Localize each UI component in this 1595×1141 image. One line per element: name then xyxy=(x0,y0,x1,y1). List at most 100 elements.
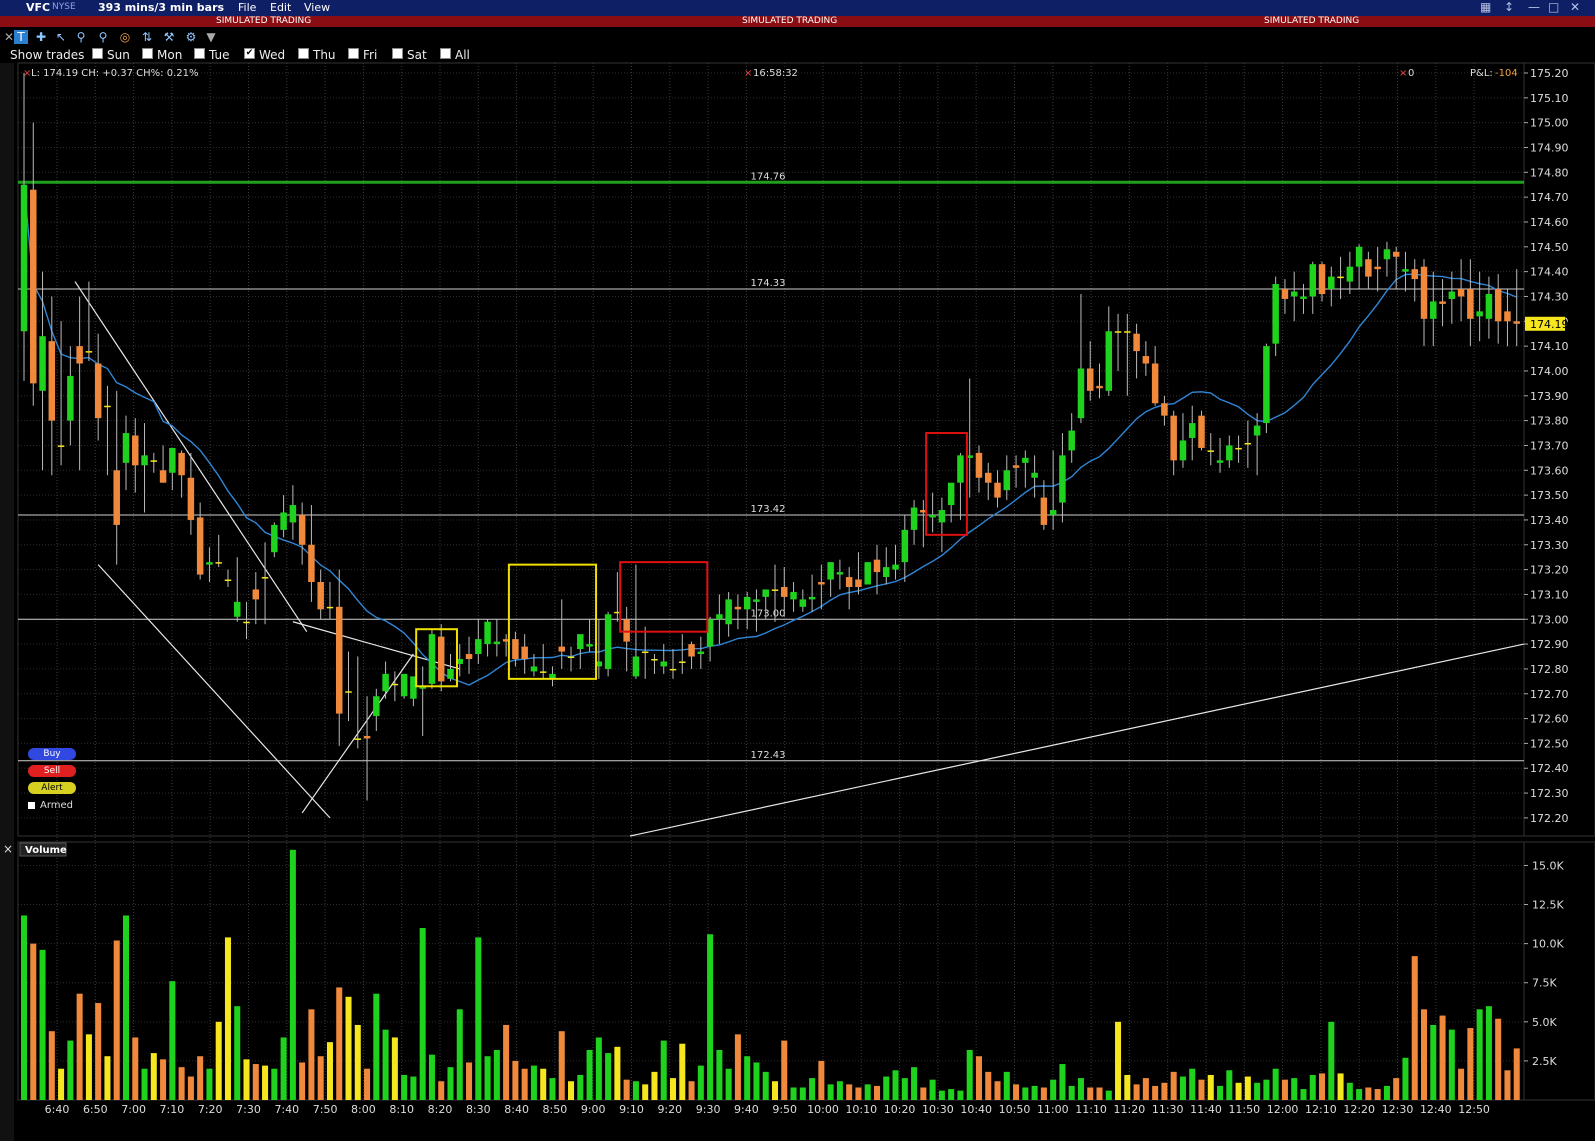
volume-bar[interactable] xyxy=(697,1065,704,1100)
volume-bar[interactable] xyxy=(744,1056,751,1100)
volume-bar[interactable] xyxy=(1263,1079,1270,1100)
volume-bar[interactable] xyxy=(1022,1087,1029,1100)
volume-bar[interactable] xyxy=(1272,1068,1279,1100)
candle[interactable] xyxy=(929,514,936,518)
volume-bar[interactable] xyxy=(141,1068,148,1100)
candle[interactable] xyxy=(57,445,65,447)
volume-bar[interactable] xyxy=(391,1037,398,1100)
candle[interactable] xyxy=(187,477,195,520)
candle[interactable] xyxy=(447,668,454,679)
volume-bar[interactable] xyxy=(215,1021,222,1100)
candle[interactable] xyxy=(317,582,324,610)
candle[interactable] xyxy=(530,666,538,672)
candle[interactable] xyxy=(1124,331,1131,333)
volume-bar[interactable] xyxy=(1430,1024,1437,1100)
candle[interactable] xyxy=(1022,457,1029,463)
candle[interactable] xyxy=(679,661,686,663)
candle[interactable] xyxy=(623,619,630,642)
volume-bar[interactable] xyxy=(632,1081,639,1100)
volume-bar[interactable] xyxy=(410,1076,417,1100)
candle[interactable] xyxy=(799,599,807,607)
close-icon[interactable]: × xyxy=(3,842,13,856)
candle[interactable] xyxy=(465,654,473,659)
volume-bar[interactable] xyxy=(456,1009,463,1100)
volume-bar[interactable] xyxy=(994,1081,1001,1100)
volume-bar[interactable] xyxy=(1161,1082,1168,1100)
volume-bar[interactable] xyxy=(1170,1071,1177,1100)
candle[interactable] xyxy=(669,668,677,671)
candle[interactable] xyxy=(743,596,751,610)
candle[interactable] xyxy=(586,644,593,647)
volume-bar[interactable] xyxy=(734,1034,741,1100)
candle[interactable] xyxy=(521,646,528,659)
candle[interactable] xyxy=(150,460,158,462)
volume-bar[interactable] xyxy=(67,1040,74,1100)
candle[interactable] xyxy=(716,614,723,620)
volume-bar[interactable] xyxy=(938,1090,945,1100)
volume-bar[interactable] xyxy=(1513,1048,1520,1100)
candle[interactable] xyxy=(1467,289,1474,319)
volume-bar[interactable] xyxy=(1448,1029,1455,1100)
volume-bar[interactable] xyxy=(1198,1079,1205,1100)
volume-bar[interactable] xyxy=(428,1054,435,1100)
candle[interactable] xyxy=(688,644,695,657)
candle[interactable] xyxy=(1476,311,1483,317)
volume-bar[interactable] xyxy=(781,1040,788,1100)
candle[interactable] xyxy=(48,341,56,421)
volume-bar[interactable] xyxy=(549,1078,556,1100)
volume-bar[interactable] xyxy=(679,1043,686,1100)
volume-bar[interactable] xyxy=(419,928,426,1100)
volume-bar[interactable] xyxy=(762,1071,769,1100)
candle[interactable] xyxy=(1318,264,1326,294)
volume-bar[interactable] xyxy=(1411,956,1418,1100)
volume-bar[interactable] xyxy=(669,1078,677,1100)
candle[interactable] xyxy=(1003,470,1011,491)
volume-bar[interactable] xyxy=(725,1068,732,1100)
price-volume-chart[interactable]: 6:40 6:50 7:00 7:10 7:20 7:30 7:40 7:50 8:00 8:10… xyxy=(0,0,1595,1141)
candle[interactable] xyxy=(697,651,705,655)
volume-bar[interactable] xyxy=(530,1065,537,1100)
candle[interactable] xyxy=(781,586,788,597)
candle[interactable] xyxy=(363,735,371,739)
volume-bar[interactable] xyxy=(595,1037,602,1100)
candle[interactable] xyxy=(558,646,565,652)
candle[interactable] xyxy=(1077,368,1085,419)
armed-checkbox[interactable]: Armed xyxy=(28,800,73,811)
candle[interactable] xyxy=(1105,331,1113,391)
candle[interactable] xyxy=(76,346,83,364)
volume-bar[interactable] xyxy=(521,1068,528,1100)
candle[interactable] xyxy=(1402,269,1409,272)
volume-bar[interactable] xyxy=(1189,1068,1196,1100)
volume-bar[interactable] xyxy=(39,949,46,1100)
volume-bar[interactable] xyxy=(1133,1084,1140,1100)
candle[interactable] xyxy=(1392,251,1400,257)
candle[interactable] xyxy=(1383,249,1391,260)
volume-bar[interactable] xyxy=(948,1089,955,1100)
candle[interactable] xyxy=(808,596,816,600)
volume-bar[interactable] xyxy=(1467,1028,1474,1100)
candle[interactable] xyxy=(345,691,352,693)
volume-bar[interactable] xyxy=(827,1084,834,1100)
volume-bar[interactable] xyxy=(1096,1087,1103,1100)
candle[interactable] xyxy=(957,455,964,483)
candle[interactable] xyxy=(771,589,779,591)
candle[interactable] xyxy=(938,510,946,523)
volume-bar[interactable] xyxy=(836,1081,843,1100)
volume-bar[interactable] xyxy=(846,1084,853,1100)
volume-bar[interactable] xyxy=(1291,1078,1298,1100)
volume-bar[interactable] xyxy=(197,1056,204,1100)
volume-bar[interactable] xyxy=(771,1081,779,1100)
candle[interactable] xyxy=(734,606,742,610)
volume-bar[interactable] xyxy=(1356,1089,1363,1100)
volume-bar[interactable] xyxy=(707,934,714,1100)
candle[interactable] xyxy=(1040,497,1048,525)
candle[interactable] xyxy=(206,562,213,565)
candle[interactable] xyxy=(1272,284,1279,344)
sell-button[interactable]: Sell xyxy=(28,765,76,777)
candle[interactable] xyxy=(224,579,232,582)
candle[interactable] xyxy=(539,671,547,673)
volume-bar[interactable] xyxy=(484,1056,491,1100)
volume-bar[interactable] xyxy=(206,1068,213,1100)
volume-bar[interactable] xyxy=(1374,1089,1381,1100)
volume-bar[interactable] xyxy=(577,1074,584,1100)
